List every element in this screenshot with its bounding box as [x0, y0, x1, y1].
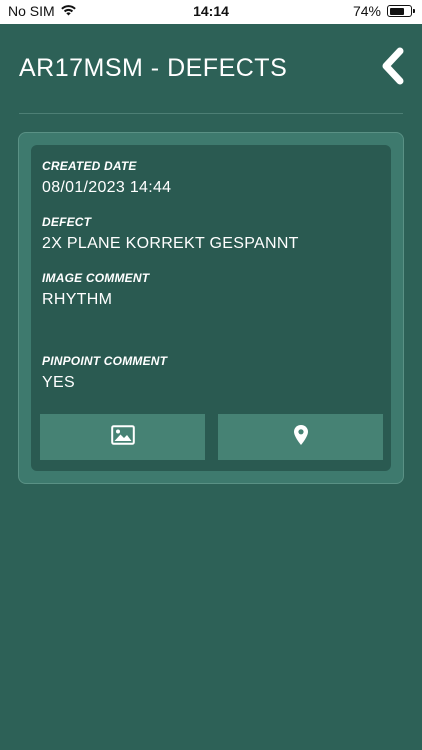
view-image-button[interactable] — [40, 414, 205, 460]
map-pin-icon — [293, 424, 309, 451]
status-right: 74% — [352, 3, 415, 19]
header-divider — [19, 113, 403, 114]
back-button[interactable] — [374, 47, 410, 90]
page-title: AR17MSM - DEFECTS — [19, 54, 288, 82]
chevron-left-icon — [378, 47, 406, 90]
header: AR17MSM - DEFECTS — [0, 24, 422, 114]
battery-icon — [387, 5, 415, 17]
pinpoint-comment-label: PINPOINT COMMENT — [42, 354, 168, 368]
image-comment-label: IMAGE COMMENT — [42, 271, 150, 285]
battery-level-fill — [389, 7, 405, 15]
created-date-label: CREATED DATE — [42, 159, 137, 173]
image-comment-value: RHYTHM — [42, 291, 113, 308]
pinpoint-comment-value: YES — [42, 374, 75, 391]
created-date-value: 08/01/2023 14:44 — [42, 179, 172, 196]
defect-card: CREATED DATE 08/01/2023 14:44 DEFECT 2X … — [18, 132, 404, 484]
view-pinpoint-button[interactable] — [218, 414, 383, 460]
defect-value: 2X PLANE KORREKT GESPANNT — [42, 235, 299, 252]
defect-label: DEFECT — [42, 215, 92, 229]
status-bar: No SIM 14:14 74% — [0, 0, 422, 24]
image-icon — [110, 424, 135, 450]
battery-percent: 74% — [352, 3, 381, 19]
